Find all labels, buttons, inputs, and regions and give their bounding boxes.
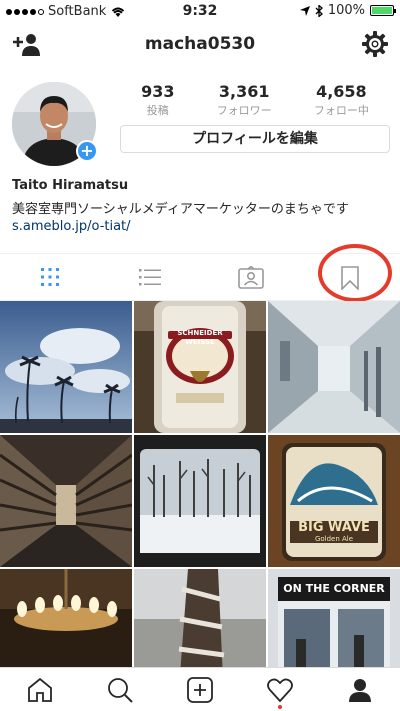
location-icon — [299, 5, 310, 16]
grid-photo-hallway[interactable] — [268, 301, 400, 433]
grid-photo-big-wave-coaster[interactable]: BIG WAVE Golden Ale — [268, 435, 400, 567]
heart-icon[interactable] — [266, 676, 294, 704]
coaster-title-text: BIG WAVE — [298, 520, 370, 535]
grid-photo-tree-trunk[interactable] — [134, 569, 266, 667]
add-post-icon[interactable] — [186, 676, 214, 704]
store-sign-text: ON THE CORNER — [283, 582, 385, 595]
home-icon[interactable] — [26, 676, 54, 704]
tab-tagged[interactable] — [200, 254, 300, 300]
beer-brand-text: SCHNEIDER WEISSE — [177, 329, 223, 346]
gear-icon[interactable] — [362, 31, 388, 57]
list-icon — [139, 269, 161, 286]
grid-photo-chandelier[interactable] — [0, 569, 132, 667]
grid-photo-warehouse[interactable] — [0, 435, 132, 567]
photo-grid: SCHNEIDER WEISSE BIG WAVE Golden Ale ON … — [0, 301, 400, 667]
bottom-nav — [0, 667, 400, 711]
edit-profile-button[interactable]: プロフィールを編集 — [120, 125, 390, 153]
battery-percent: 100% — [327, 3, 365, 18]
posts-label: 投稿 — [146, 104, 169, 117]
profile-stats: 933 投稿 3,361 フォロワー 4,658 フォロー中 — [120, 82, 390, 118]
tab-grid[interactable] — [0, 254, 100, 300]
grid-photo-storefront[interactable]: ON THE CORNER — [268, 569, 400, 667]
username-title: macha0530 — [144, 34, 256, 54]
posts-stat[interactable]: 933 投稿 — [141, 82, 174, 118]
grid-photo-palm-trees[interactable] — [0, 301, 132, 433]
profile-link[interactable]: s.ameblo.jp/o-tiat/ — [12, 219, 131, 234]
display-name: Taito Hiramatsu — [12, 178, 129, 193]
following-stat[interactable]: 4,658 フォロー中 — [314, 82, 369, 118]
search-icon[interactable] — [106, 676, 134, 704]
bio-text: 美容室専門ソーシャルメディアマーケッターのまちゃです — [12, 202, 349, 217]
battery-icon — [370, 5, 396, 16]
followers-label: フォロワー — [216, 104, 272, 117]
profile-icon[interactable] — [346, 676, 374, 704]
notification-dot — [278, 705, 282, 709]
coaster-subtitle-text: Golden Ale — [314, 535, 354, 543]
bluetooth-icon — [315, 4, 323, 17]
grid-icon — [41, 268, 59, 286]
add-story-plus-icon[interactable]: + — [76, 140, 98, 162]
system-icons: 100% — [299, 3, 396, 18]
grid-photo-snowy-forest[interactable] — [134, 435, 266, 567]
posts-count: 933 — [141, 82, 175, 101]
profile-header: macha0530 — [0, 22, 400, 68]
status-bar: SoftBank 9:32 100% — [0, 0, 400, 22]
tab-list[interactable] — [100, 254, 200, 300]
followers-count: 3,361 — [218, 82, 270, 101]
grid-photo-beer-bottle[interactable]: SCHNEIDER WEISSE — [134, 301, 266, 433]
following-count: 4,658 — [316, 82, 367, 101]
followers-stat[interactable]: 3,361 フォロワー — [217, 82, 272, 118]
tagged-icon — [238, 266, 264, 289]
annotation-circle — [318, 244, 392, 302]
following-label: フォロー中 — [313, 104, 369, 117]
